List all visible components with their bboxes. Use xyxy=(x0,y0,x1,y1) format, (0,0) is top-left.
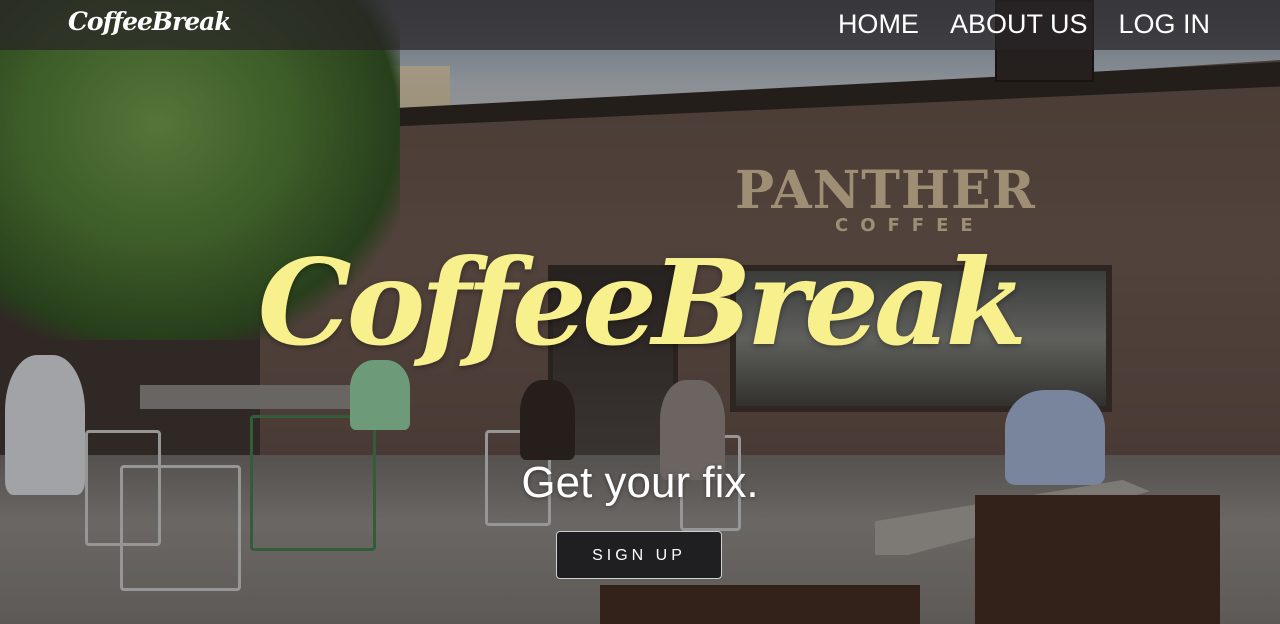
nav-link-log-in[interactable]: LOG IN xyxy=(1118,8,1210,40)
hero-title: CoffeeBreak xyxy=(257,233,1028,372)
navbar: CoffeeBreak HOME ABOUT US LOG IN xyxy=(0,0,1280,50)
brand-logo[interactable]: CoffeeBreak xyxy=(68,7,232,36)
hero-section: PANTHER COFFEE CoffeeBreak HOME ABOUT US… xyxy=(0,0,1280,624)
nav-link-about-us[interactable]: ABOUT US xyxy=(950,8,1088,40)
nav-links: HOME ABOUT US LOG IN xyxy=(807,8,1210,40)
sign-up-button[interactable]: SIGN UP xyxy=(556,531,722,579)
hero-subtitle: Get your fix. xyxy=(521,458,759,507)
nav-link-home[interactable]: HOME xyxy=(838,8,919,40)
